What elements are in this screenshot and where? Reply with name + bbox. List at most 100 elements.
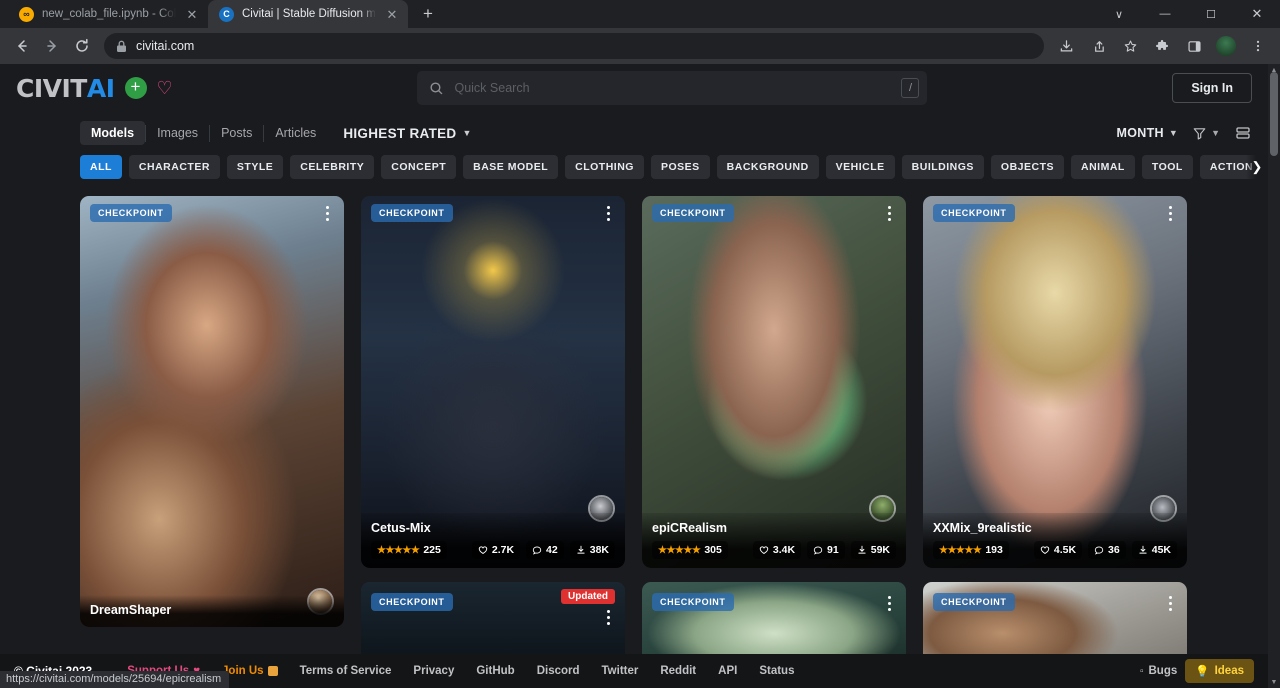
lightbulb-icon: 💡 (1195, 664, 1209, 678)
footer-link-privacy[interactable]: Privacy (402, 665, 465, 677)
chip-poses[interactable]: POSES (651, 155, 710, 179)
ideas-button[interactable]: 💡 Ideas (1185, 659, 1254, 683)
chip-character[interactable]: CHARACTER (129, 155, 220, 179)
model-card-xxmix-9realistic[interactable]: CHECKPOINT XXMix_9realistic ★★★★★ 193 (923, 196, 1187, 568)
profile-avatar[interactable] (1212, 32, 1240, 60)
card-menu-icon[interactable] (882, 206, 896, 221)
close-icon[interactable]: ✕ (184, 6, 200, 22)
minimize-button[interactable]: — (1142, 0, 1188, 28)
sign-in-button[interactable]: Sign In (1172, 73, 1252, 103)
colab-icon: ∞ (19, 7, 34, 22)
heart-icon[interactable]: ♡ (157, 79, 173, 97)
ideas-label: Ideas (1215, 665, 1244, 677)
chip-base-model[interactable]: BASE MODEL (463, 155, 558, 179)
chevron-right-icon[interactable]: ❯ (1246, 153, 1268, 181)
logo-text-primary: CIVIT (16, 74, 87, 103)
comments-count: 91 (827, 544, 839, 556)
extensions-icon[interactable] (1148, 32, 1176, 60)
bugs-label: Bugs (1149, 665, 1178, 677)
scrollbar-thumb[interactable] (1270, 72, 1278, 156)
browser-tab-civitai[interactable]: C Civitai | Stable Diffusion models, ✕ (208, 0, 408, 28)
tab-posts[interactable]: Posts (210, 121, 263, 145)
footer-link-reddit[interactable]: Reddit (649, 665, 707, 677)
forward-icon[interactable] (38, 32, 66, 60)
reload-icon[interactable] (68, 32, 96, 60)
card-menu-icon[interactable] (601, 206, 615, 221)
rating-pill: ★★★★★ 225 (371, 541, 447, 559)
comments-count: 42 (546, 544, 558, 556)
footer-link-github[interactable]: GitHub (465, 665, 525, 677)
bugs-button[interactable]: ▫ Bugs (1140, 665, 1177, 677)
download-icon (857, 545, 867, 555)
side-panel-icon[interactable] (1180, 32, 1208, 60)
model-card-epicrealism[interactable]: CHECKPOINT epiCRealism ★★★★★ 305 (642, 196, 906, 568)
bookmark-star-icon[interactable] (1116, 32, 1144, 60)
sort-dropdown[interactable]: HIGHEST RATED ▼ (343, 126, 471, 141)
period-dropdown-label: MONTH (1117, 126, 1164, 140)
downloads-count: 45K (1152, 544, 1171, 556)
chip-animal[interactable]: ANIMAL (1071, 155, 1135, 179)
chip-buildings[interactable]: BUILDINGS (902, 155, 984, 179)
sort-dropdown-label: HIGHEST RATED (343, 126, 456, 141)
chip-concept[interactable]: CONCEPT (381, 155, 456, 179)
status-badge: CHECKPOINT (371, 593, 453, 611)
card-menu-icon[interactable] (320, 206, 334, 221)
footer-link-api[interactable]: API (707, 665, 748, 677)
page-scrollbar[interactable]: ▲ ▼ (1268, 64, 1280, 688)
card-menu-icon[interactable] (1163, 596, 1177, 611)
badge-icon (268, 666, 278, 676)
comments-pill: 36 (1088, 541, 1126, 559)
share-icon[interactable] (1084, 32, 1112, 60)
quick-search-box[interactable]: Quick Search / (417, 71, 927, 105)
downloads-pill: 45K (1132, 541, 1177, 559)
card-menu-icon[interactable] (601, 610, 615, 625)
layout-toggle-button[interactable] (1234, 125, 1252, 141)
model-title: XXMix_9realistic (933, 521, 1177, 535)
filter-button[interactable]: ▼ (1192, 126, 1220, 141)
search-input[interactable]: Quick Search (454, 81, 891, 95)
chip-vehicle[interactable]: VEHICLE (826, 155, 895, 179)
likes-count: 3.4K (773, 544, 795, 556)
model-card-dreamshaper[interactable]: CHECKPOINT DreamShaper (80, 196, 344, 627)
footer-link-status[interactable]: Status (748, 665, 805, 677)
content-type-tabs: Models Images Posts Articles (80, 121, 327, 145)
close-window-button[interactable]: ✕ (1234, 0, 1280, 28)
tab-images[interactable]: Images (146, 121, 209, 145)
create-button[interactable]: + (125, 77, 147, 99)
chip-tool[interactable]: TOOL (1142, 155, 1193, 179)
close-icon[interactable]: ✕ (384, 6, 400, 22)
browser-tab-colab[interactable]: ∞ new_colab_file.ipynb - Colaborat ✕ (8, 0, 208, 28)
back-icon[interactable] (8, 32, 36, 60)
card-menu-icon[interactable] (1163, 206, 1177, 221)
chip-all[interactable]: ALL (80, 155, 122, 179)
footer-link-twitter[interactable]: Twitter (591, 665, 650, 677)
chip-style[interactable]: STYLE (227, 155, 283, 179)
civitai-logo[interactable]: CIVITAI (16, 74, 115, 103)
scroll-down-arrow[interactable]: ▼ (1268, 676, 1280, 688)
model-title: epiCRealism (652, 521, 896, 535)
address-bar[interactable]: civitai.com (104, 33, 1044, 59)
window-controls: ∨ — ☐ ✕ (1096, 0, 1280, 28)
chip-objects[interactable]: OBJECTS (991, 155, 1064, 179)
tab-title: Civitai | Stable Diffusion models, (242, 8, 376, 20)
card-footer: DreamShaper (80, 595, 344, 627)
card-menu-icon[interactable] (882, 596, 896, 611)
status-badge: CHECKPOINT (371, 204, 453, 222)
status-badge: CHECKPOINT (933, 593, 1015, 611)
maximize-button[interactable]: ☐ (1188, 0, 1234, 28)
new-tab-button[interactable]: + (414, 0, 442, 28)
tab-models[interactable]: Models (80, 121, 145, 145)
nav-right-controls: MONTH ▼ ▼ (1117, 125, 1252, 141)
heart-icon (759, 545, 769, 555)
tab-search-icon[interactable]: ∨ (1096, 0, 1142, 28)
chip-background[interactable]: BACKGROUND (717, 155, 819, 179)
footer-link-discord[interactable]: Discord (526, 665, 591, 677)
model-card-cetus-mix[interactable]: CHECKPOINT Cetus-Mix ★★★★★ 225 (361, 196, 625, 568)
chip-celebrity[interactable]: CELEBRITY (290, 155, 374, 179)
period-dropdown[interactable]: MONTH ▼ (1117, 126, 1179, 140)
install-icon[interactable] (1052, 32, 1080, 60)
chip-clothing[interactable]: CLOTHING (565, 155, 644, 179)
footer-link-terms-of-service[interactable]: Terms of Service (289, 665, 403, 677)
chrome-menu-icon[interactable] (1244, 32, 1272, 60)
tab-articles[interactable]: Articles (264, 121, 327, 145)
